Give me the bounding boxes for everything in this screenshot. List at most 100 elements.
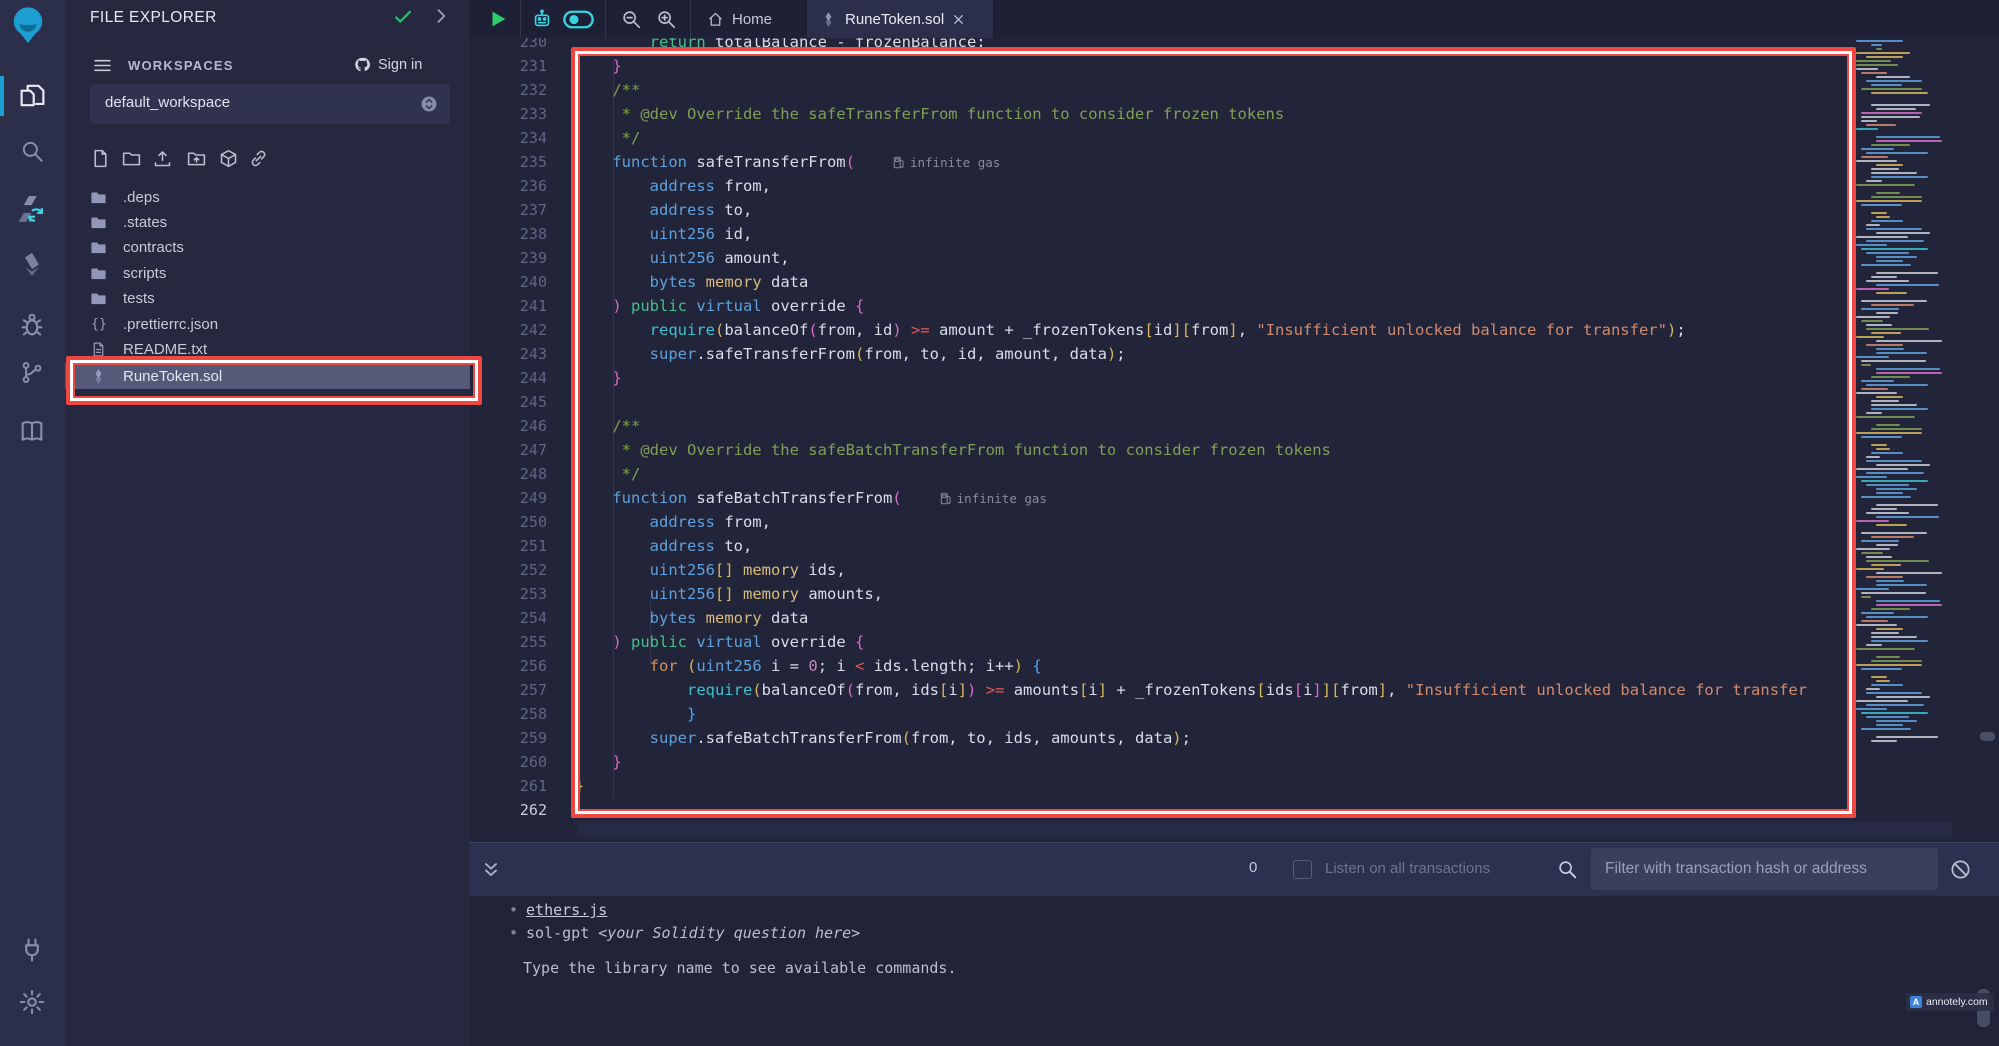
github-sign-in-button[interactable]: Sign in bbox=[353, 53, 422, 77]
folder-icon bbox=[90, 290, 107, 307]
file-actions-row bbox=[65, 148, 470, 174]
file-row-tests[interactable]: tests bbox=[65, 286, 470, 312]
file-name: tests bbox=[123, 290, 155, 307]
deploy-run-icon[interactable] bbox=[18, 248, 46, 281]
line-number: 240 bbox=[505, 270, 547, 294]
doc-lines-icon bbox=[90, 341, 107, 358]
file-explorer-icon[interactable] bbox=[18, 80, 47, 111]
folder-icon bbox=[90, 239, 107, 256]
code-text: return totalBalance - frozenBalance; bbox=[575, 38, 986, 54]
line-number: 232 bbox=[505, 78, 547, 102]
file-row-contracts[interactable]: contracts bbox=[65, 235, 470, 261]
debugger-icon[interactable] bbox=[18, 311, 46, 339]
move-panel-icon[interactable] bbox=[431, 6, 451, 26]
code-line-251: 251 address to, bbox=[470, 534, 1999, 558]
watermark-logo: A bbox=[1910, 996, 1922, 1008]
editor-topbar: Home RuneToken.sol bbox=[470, 0, 1999, 39]
code-text: bytes memory data bbox=[575, 270, 808, 294]
zoom-out-icon[interactable] bbox=[620, 8, 642, 30]
clear-console-icon[interactable] bbox=[1949, 858, 1972, 881]
line-number: 255 bbox=[505, 630, 547, 654]
ai-toggle-icon[interactable] bbox=[563, 10, 594, 29]
upload-file-icon[interactable] bbox=[152, 148, 173, 169]
zoom-in-icon[interactable] bbox=[655, 8, 677, 30]
line-number: 233 bbox=[505, 102, 547, 126]
terminal-collapse-icon[interactable] bbox=[480, 859, 502, 881]
line-number: 235 bbox=[505, 150, 547, 174]
upload-folder-icon[interactable] bbox=[186, 148, 207, 169]
code-line-255: 255 ) public virtual override { bbox=[470, 630, 1999, 654]
learneth-icon[interactable] bbox=[17, 417, 47, 445]
active-plugin-indicator bbox=[0, 76, 4, 116]
watermark-badge: A annotely.com bbox=[1906, 993, 1994, 1011]
file-row--prettierrc-json[interactable]: {}.prettierrc.json bbox=[65, 311, 470, 337]
minimap[interactable] bbox=[1856, 40, 1952, 746]
panel-title: FILE EXPLORER bbox=[90, 9, 217, 27]
code-text: * @dev Override the safeBatchTransferFro… bbox=[575, 438, 1331, 462]
ethers-link[interactable]: ethers.js bbox=[526, 901, 607, 919]
folder-icon bbox=[90, 189, 107, 206]
braces-icon: {} bbox=[87, 316, 111, 333]
code-text: function safeTransferFrom(infinite gas bbox=[575, 150, 1000, 175]
code-text: bytes memory data bbox=[575, 606, 808, 630]
sign-in-label: Sign in bbox=[378, 57, 422, 73]
remix-logo-icon[interactable] bbox=[8, 4, 48, 44]
code-text: require(balanceOf(from, id) >= amount + … bbox=[575, 318, 1686, 342]
ai-assistant-icon[interactable] bbox=[531, 8, 553, 30]
workspace-menu-icon[interactable] bbox=[92, 55, 113, 76]
code-text: address from, bbox=[575, 510, 771, 534]
editor-horizontal-scrollbar[interactable] bbox=[577, 822, 1952, 837]
tab-home[interactable]: Home bbox=[695, 0, 805, 38]
line-number: 236 bbox=[505, 174, 547, 198]
line-number: 238 bbox=[505, 222, 547, 246]
line-number: 253 bbox=[505, 582, 547, 606]
transaction-filter-input[interactable] bbox=[1591, 848, 1938, 890]
solidity-compiler-icon[interactable] bbox=[16, 188, 47, 230]
listen-checkbox[interactable] bbox=[1293, 860, 1312, 879]
link-icon[interactable] bbox=[248, 148, 269, 169]
code-text: ) public virtual override { bbox=[575, 630, 864, 654]
gas-estimate-badge: infinite gas bbox=[940, 491, 1047, 506]
search-icon[interactable] bbox=[19, 138, 45, 164]
file-row-scripts[interactable]: scripts bbox=[65, 260, 470, 286]
new-folder-icon[interactable] bbox=[121, 148, 142, 169]
code-line-239: 239 uint256 amount, bbox=[470, 246, 1999, 270]
settings-icon[interactable] bbox=[18, 988, 46, 1016]
code-line-253: 253 uint256[] memory amounts, bbox=[470, 582, 1999, 606]
github-icon bbox=[353, 56, 371, 74]
file-row--deps[interactable]: .deps bbox=[65, 184, 470, 210]
line-number: 237 bbox=[505, 198, 547, 222]
plugin-manager-icon[interactable] bbox=[18, 936, 46, 964]
code-line-236: 236 address from, bbox=[470, 174, 1999, 198]
line-number: 262 bbox=[505, 798, 547, 822]
file-row-readme-txt[interactable]: README.txt bbox=[65, 336, 470, 362]
code-line-242: 242 require(balanceOf(from, id) >= amoun… bbox=[470, 318, 1999, 342]
code-text: */ bbox=[575, 462, 640, 486]
git-icon[interactable] bbox=[19, 357, 45, 388]
file-row--states[interactable]: .states bbox=[65, 209, 470, 235]
tab-runetoken[interactable]: RuneToken.sol bbox=[807, 0, 993, 38]
workspace-select[interactable]: default_workspace bbox=[90, 84, 450, 124]
minimap-scroll-handle[interactable] bbox=[1980, 732, 1995, 741]
terminal-header: 0 Listen on all transactions bbox=[470, 842, 1999, 896]
close-tab-icon[interactable] bbox=[952, 13, 965, 26]
code-text: uint256[] memory ids, bbox=[575, 558, 846, 582]
line-number: 256 bbox=[505, 654, 547, 678]
transaction-count: 0 bbox=[1249, 859, 1257, 876]
line-number: 248 bbox=[505, 462, 547, 486]
line-number: 258 bbox=[505, 702, 547, 726]
tab-runetoken-label: RuneToken.sol bbox=[845, 11, 944, 28]
code-editor[interactable]: 230 return totalBalance - frozenBalance;… bbox=[470, 38, 1999, 842]
workspace-selected-value: default_workspace bbox=[105, 94, 230, 111]
publish-ipfs-icon[interactable] bbox=[218, 148, 239, 169]
solidity-icon bbox=[90, 368, 107, 385]
code-text: uint256 id, bbox=[575, 222, 752, 246]
code-text: /** bbox=[575, 414, 640, 438]
new-file-icon[interactable] bbox=[90, 148, 111, 169]
run-script-icon[interactable] bbox=[487, 8, 509, 30]
gas-pump-icon bbox=[893, 156, 904, 169]
file-row-runetoken-sol[interactable]: RuneToken.sol bbox=[65, 363, 470, 389]
line-number: 254 bbox=[505, 606, 547, 630]
line-number: 231 bbox=[505, 54, 547, 78]
accept-icon[interactable] bbox=[392, 6, 414, 28]
